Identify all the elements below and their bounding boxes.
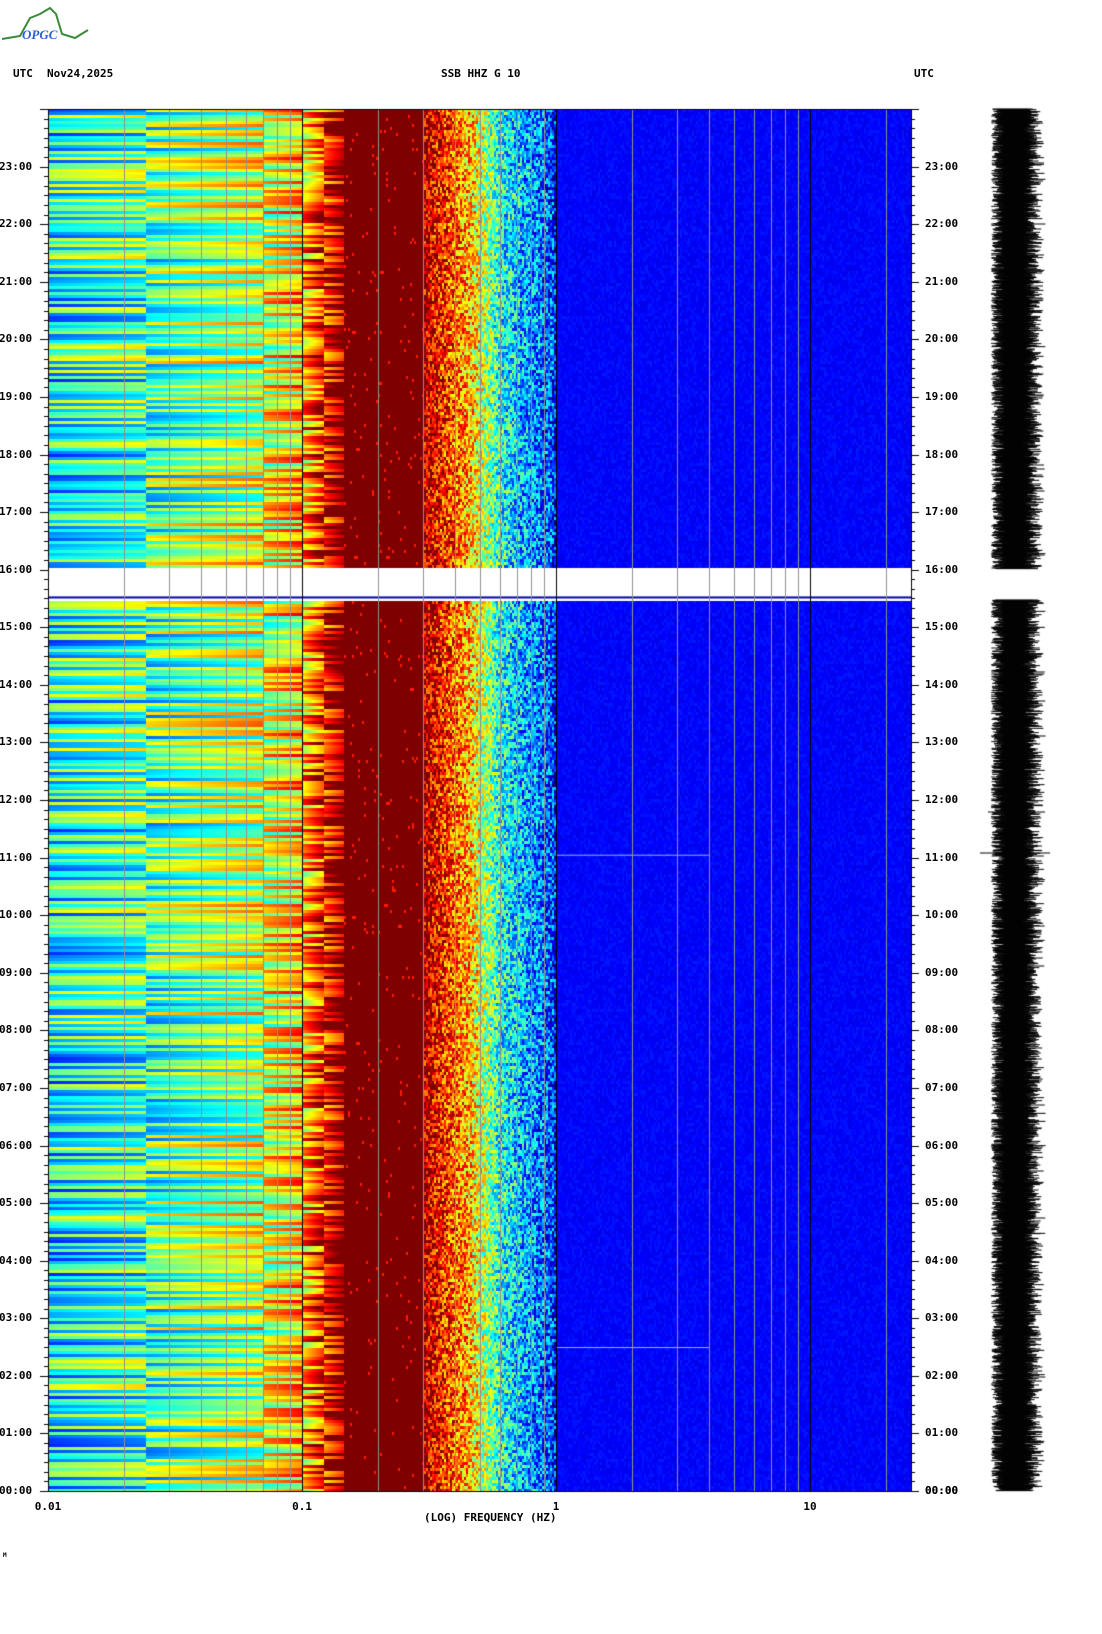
y-tick-label-left: 21:00 (0, 274, 33, 288)
y-tick-label-left: 16:00 (0, 562, 33, 576)
right-timezone-label: UTC (914, 67, 934, 80)
y-tick-label-right: 02:00 (925, 1368, 959, 1382)
y-tick-label-left: 15:00 (0, 620, 33, 634)
y-tick-label-right: 05:00 (925, 1196, 959, 1210)
y-tick-label-left: 02:00 (0, 1368, 33, 1382)
y-tick-label-right: 12:00 (925, 793, 959, 806)
date-label: Nov24,2025 (47, 67, 114, 80)
footer-mark: M (3, 1552, 7, 1559)
y-tick-label-right: 22:00 (925, 217, 959, 231)
y-tick-label-right: 10:00 (925, 908, 959, 922)
y-tick-label-left: 19:00 (0, 389, 33, 403)
spectrogram-heatmap (0, 0, 1102, 1634)
y-tick-label-left: 04:00 (0, 1253, 33, 1267)
y-tick-label-right: 15:00 (925, 620, 959, 634)
y-tick-label-left: 17:00 (0, 505, 33, 519)
svg-text:OPGC: OPGC (22, 27, 58, 42)
y-tick-label-left: 06:00 (0, 1138, 33, 1152)
y-tick-label-left: 08:00 (0, 1023, 33, 1037)
y-tick-label-left: 18:00 (0, 447, 33, 461)
y-tick-label-right: 01:00 (925, 1426, 959, 1440)
x-tick-label: 10 (803, 1500, 817, 1513)
y-tick-label-right: 07:00 (925, 1080, 959, 1094)
station-title: SSB HHZ G 10 (441, 67, 521, 80)
y-tick-label-left: 10:00 (0, 908, 33, 922)
y-tick-label-right: 23:00 (925, 159, 959, 173)
y-tick-label-left: 23:00 (0, 159, 33, 173)
opgc-logo: OPGC (1, 6, 89, 42)
y-tick-label-left: 01:00 (0, 1426, 33, 1440)
y-tick-label-right: 04:00 (925, 1253, 959, 1267)
y-tick-label-left: 03:00 (0, 1311, 33, 1325)
y-tick-label-right: 20:00 (925, 332, 959, 346)
y-tick-label-right: 13:00 (925, 735, 959, 749)
y-tick-label-left: 14:00 (0, 677, 33, 691)
y-tick-label-right: 17:00 (925, 505, 959, 519)
y-tick-label-left: 13:00 (0, 735, 33, 749)
y-tick-label-right: 18:00 (925, 447, 959, 461)
y-tick-label-right: 08:00 (925, 1023, 959, 1037)
y-tick-label-left: 05:00 (0, 1196, 33, 1210)
y-tick-label-right: 19:00 (925, 389, 959, 403)
x-tick-label: 0.01 (34, 1500, 62, 1513)
y-tick-label-right: 16:00 (925, 562, 959, 576)
x-axis-label: (LOG) FREQUENCY (HZ) (424, 1511, 557, 1524)
y-tick-label-left: 22:00 (0, 217, 33, 231)
spectrogram-page: OPGC UTC Nov24,2025 SSB HHZ G 10 UTC 00:… (0, 0, 1102, 1634)
y-tick-label-right: 03:00 (925, 1311, 959, 1325)
y-tick-label-right: 09:00 (925, 965, 959, 979)
y-tick-label-right: 11:00 (925, 850, 959, 864)
y-tick-label-left: 09:00 (0, 965, 33, 979)
y-tick-label-right: 21:00 (925, 274, 959, 288)
y-tick-label-left: 07:00 (0, 1080, 33, 1094)
y-tick-label-right: 06:00 (925, 1138, 959, 1152)
y-tick-label-right: 00:00 (925, 1484, 959, 1497)
y-tick-label-left: 20:00 (0, 332, 33, 346)
y-tick-label-right: 14:00 (925, 677, 959, 691)
y-tick-label-left: 11:00 (0, 850, 33, 864)
y-tick-label-left: 12:00 (0, 793, 33, 806)
y-tick-label-left: 00:00 (0, 1484, 33, 1497)
x-tick-label: 0.1 (292, 1500, 312, 1513)
left-timezone-label: UTC (13, 67, 33, 80)
